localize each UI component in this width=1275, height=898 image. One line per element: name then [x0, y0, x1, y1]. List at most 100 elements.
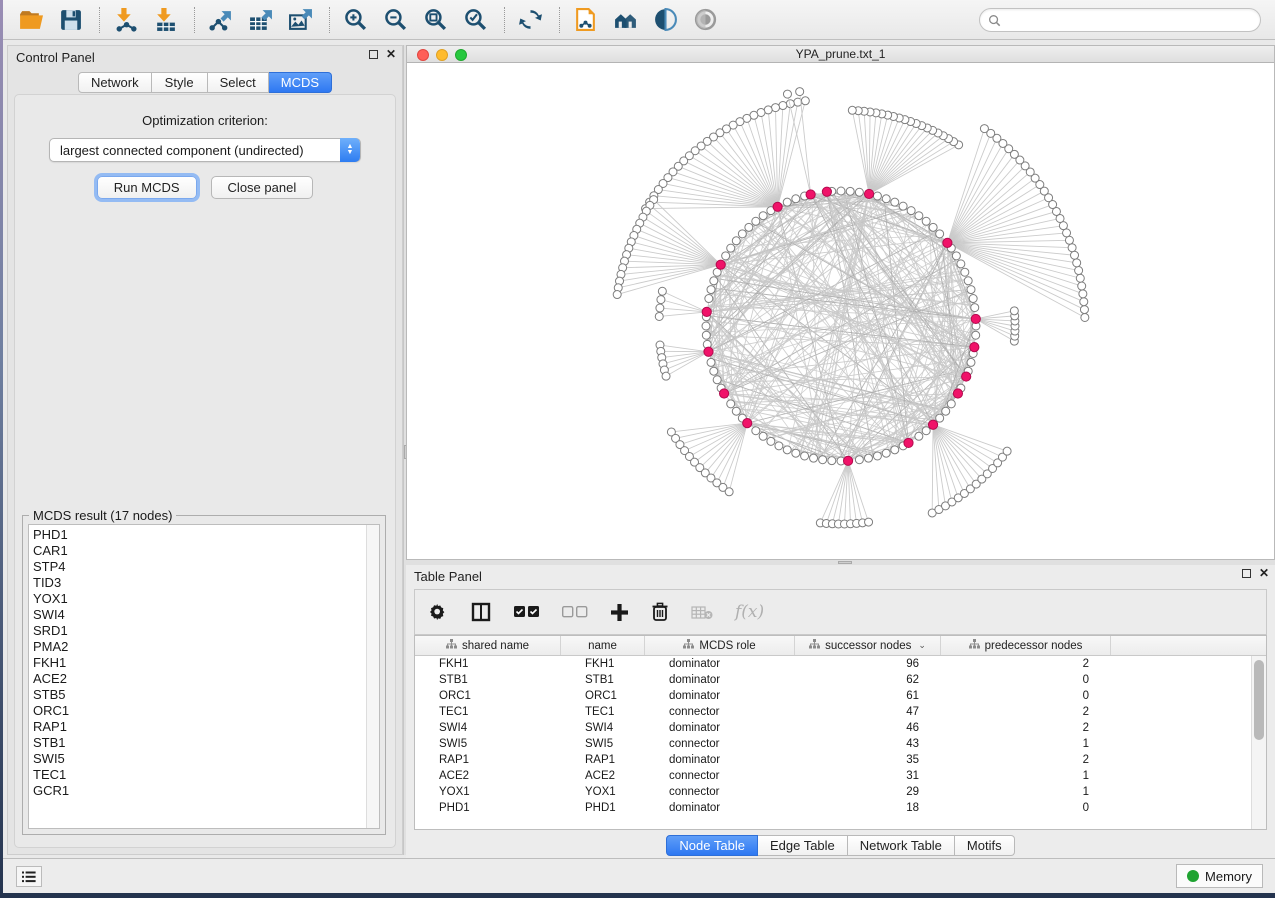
network-node[interactable] [964, 277, 972, 285]
export-image-icon[interactable] [285, 6, 315, 34]
network-leaf-node[interactable] [779, 102, 787, 110]
network-leaf-node[interactable] [1003, 447, 1011, 455]
close-window-icon[interactable] [417, 49, 429, 61]
mcds-result-item[interactable]: PMA2 [33, 639, 379, 655]
network-node[interactable] [882, 195, 890, 203]
network-node[interactable] [957, 260, 965, 268]
table-row[interactable]: TEC1TEC1connector472 [415, 704, 1251, 720]
table-row[interactable]: SWI5SWI5connector431 [415, 736, 1251, 752]
network-node[interactable] [891, 198, 899, 206]
tab-style[interactable]: Style [152, 72, 208, 93]
network-node[interactable] [873, 192, 881, 200]
network-node[interactable] [732, 407, 740, 415]
tab-motifs[interactable]: Motifs [955, 835, 1015, 856]
zoom-in-icon[interactable] [340, 6, 370, 34]
network-leaf-node[interactable] [656, 304, 664, 312]
network-node[interactable] [967, 286, 975, 294]
maximize-window-icon[interactable] [455, 49, 467, 61]
mcds-result-item[interactable]: TEC1 [33, 767, 379, 783]
table-scrollbar[interactable] [1251, 656, 1266, 829]
network-leaf-node[interactable] [1068, 244, 1076, 252]
table-settings-gear-icon[interactable] [429, 603, 448, 622]
network-node[interactable] [801, 452, 809, 460]
export-table-icon[interactable] [245, 6, 275, 34]
run-mcds-button[interactable]: Run MCDS [97, 176, 197, 199]
network-leaf-node[interactable] [662, 372, 670, 380]
select-all-rows-icon[interactable] [514, 606, 540, 619]
network-node[interactable] [710, 277, 718, 285]
network-node[interactable] [722, 252, 730, 260]
mcds-dominator-node[interactable] [943, 238, 952, 247]
mcds-result-item[interactable]: STP4 [33, 559, 379, 575]
network-node[interactable] [705, 295, 713, 303]
mcds-dominator-node[interactable] [970, 343, 979, 352]
network-node[interactable] [971, 304, 979, 312]
network-window-titlebar[interactable]: YPA_prune.txt_1 [407, 46, 1274, 63]
mcds-dominator-node[interactable] [953, 389, 962, 398]
deselect-all-rows-icon[interactable] [562, 606, 588, 619]
zoom-out-icon[interactable] [380, 6, 410, 34]
table-row[interactable]: FKH1FKH1dominator962 [415, 656, 1251, 672]
network-leaf-node[interactable] [1071, 251, 1079, 259]
mcds-dominator-node[interactable] [822, 187, 831, 196]
tab-select[interactable]: Select [208, 72, 269, 93]
column-header-shared-name[interactable]: shared name [415, 636, 561, 655]
network-leaf-node[interactable] [772, 104, 780, 112]
network-node[interactable] [759, 432, 767, 440]
tab-node-table[interactable]: Node Table [666, 835, 758, 856]
mcds-result-item[interactable]: STB1 [33, 735, 379, 751]
tab-network[interactable]: Network [78, 72, 152, 93]
mcds-result-item[interactable]: SWI4 [33, 607, 379, 623]
network-node[interactable] [864, 454, 872, 462]
mcds-dominator-node[interactable] [904, 438, 913, 447]
network-node[interactable] [792, 195, 800, 203]
column-header-predecessor-nodes[interactable]: predecessor nodes [941, 636, 1111, 655]
network-node[interactable] [846, 187, 854, 195]
network-leaf-node[interactable] [1080, 306, 1088, 314]
network-node[interactable] [707, 358, 715, 366]
show-column-icon[interactable] [470, 601, 492, 623]
table-row[interactable]: YOX1YOX1connector291 [415, 784, 1251, 800]
close-panel-icon[interactable]: ✕ [1259, 569, 1269, 578]
mcds-dominator-node[interactable] [843, 456, 852, 465]
network-node[interactable] [922, 217, 930, 225]
network-node[interactable] [882, 449, 890, 457]
column-header-successor-nodes[interactable]: successor nodes⌄ [795, 636, 941, 655]
mcds-result-item[interactable]: TID3 [33, 575, 379, 591]
network-leaf-node[interactable] [1075, 267, 1083, 275]
table-row[interactable]: ACE2ACE2connector311 [415, 768, 1251, 784]
network-node[interactable] [837, 187, 845, 195]
mcds-dominator-node[interactable] [704, 347, 713, 356]
mcds-result-item[interactable]: SWI5 [33, 751, 379, 767]
network-leaf-node[interactable] [1010, 307, 1018, 315]
network-node[interactable] [907, 207, 915, 215]
mcds-dominator-node[interactable] [928, 420, 937, 429]
network-node[interactable] [936, 414, 944, 422]
close-panel-icon[interactable]: ✕ [386, 50, 396, 59]
apply-layout-icon[interactable] [515, 6, 545, 34]
network-leaf-node[interactable] [1081, 313, 1089, 321]
network-node[interactable] [727, 400, 735, 408]
network-leaf-node[interactable] [980, 125, 988, 133]
network-node[interactable] [972, 331, 980, 339]
network-node[interactable] [942, 407, 950, 415]
mcds-dominator-node[interactable] [962, 372, 971, 381]
network-node[interactable] [792, 449, 800, 457]
network-node[interactable] [702, 331, 710, 339]
network-node[interactable] [891, 446, 899, 454]
mcds-dominator-node[interactable] [806, 190, 815, 199]
mcds-result-item[interactable]: PHD1 [33, 527, 379, 543]
show-graphics-details-icon[interactable] [650, 6, 680, 34]
network-leaf-node[interactable] [657, 296, 665, 304]
network-canvas[interactable] [407, 63, 1274, 559]
network-node[interactable] [752, 217, 760, 225]
close-panel-button[interactable]: Close panel [211, 176, 314, 199]
network-leaf-node[interactable] [783, 90, 791, 98]
mcds-result-item[interactable]: ACE2 [33, 671, 379, 687]
network-node[interactable] [967, 358, 975, 366]
network-node[interactable] [961, 268, 969, 276]
memory-button[interactable]: Memory [1176, 864, 1263, 888]
network-leaf-node[interactable] [1076, 274, 1084, 282]
mcds-dominator-node[interactable] [702, 307, 711, 316]
column-header-MCDS-role[interactable]: MCDS role [645, 636, 795, 655]
